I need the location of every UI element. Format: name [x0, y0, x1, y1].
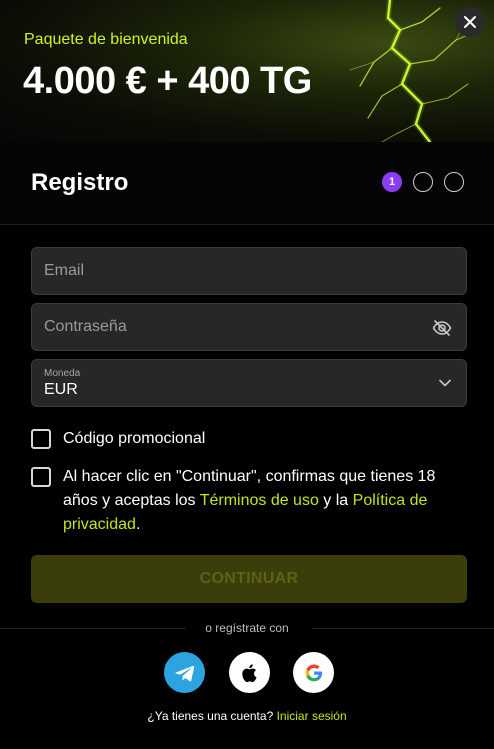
promo-subtitle: Paquete de bienvenida	[24, 31, 188, 48]
close-icon	[464, 16, 476, 28]
terms-suffix: .	[135, 516, 141, 533]
telegram-icon	[174, 665, 194, 681]
social-divider-text: o regístrate con	[205, 621, 289, 635]
step-2	[413, 172, 433, 192]
login-question: ¿Ya tienes una cuenta?	[147, 709, 274, 723]
terms-text: Al hacer clic en "Continuar", confirmas …	[63, 465, 463, 537]
welcome-banner: Paquete de bienvenida 4.000 € + 400 TG	[0, 0, 494, 142]
step-1: 1	[382, 172, 402, 192]
password-field[interactable]	[31, 303, 467, 351]
currency-label: Moneda	[44, 368, 81, 379]
chevron-down-icon	[439, 379, 451, 387]
currency-select[interactable]: Moneda EUR	[31, 359, 467, 407]
password-input[interactable]	[44, 304, 424, 350]
promo-title: 4.000 € + 400 TG	[23, 60, 312, 102]
currency-value: EUR	[44, 381, 78, 398]
close-button[interactable]	[455, 7, 485, 37]
terms-checkbox[interactable]	[31, 467, 51, 487]
step-3	[444, 172, 464, 192]
terms-middle: y la	[318, 492, 353, 509]
terms-link[interactable]: Términos de uso	[200, 492, 319, 509]
promo-code-checkbox[interactable]	[31, 429, 51, 449]
registration-header: Registro 1	[0, 142, 494, 225]
promo-code-label[interactable]: Código promocional	[63, 427, 205, 451]
telegram-button[interactable]	[164, 652, 205, 693]
login-prompt: ¿Ya tienes una cuenta? Iniciar sesión	[0, 709, 494, 723]
email-field[interactable]	[31, 247, 467, 295]
eye-off-icon[interactable]	[432, 318, 452, 338]
apple-button[interactable]	[229, 652, 270, 693]
continue-button[interactable]: CONTINUAR	[31, 555, 467, 603]
google-button[interactable]	[293, 652, 334, 693]
login-link[interactable]: Iniciar sesión	[277, 709, 347, 723]
step-indicator: 1	[382, 172, 464, 192]
page-title: Registro	[31, 169, 129, 196]
google-icon	[305, 664, 322, 681]
apple-icon	[241, 663, 257, 682]
email-input[interactable]	[44, 248, 424, 294]
